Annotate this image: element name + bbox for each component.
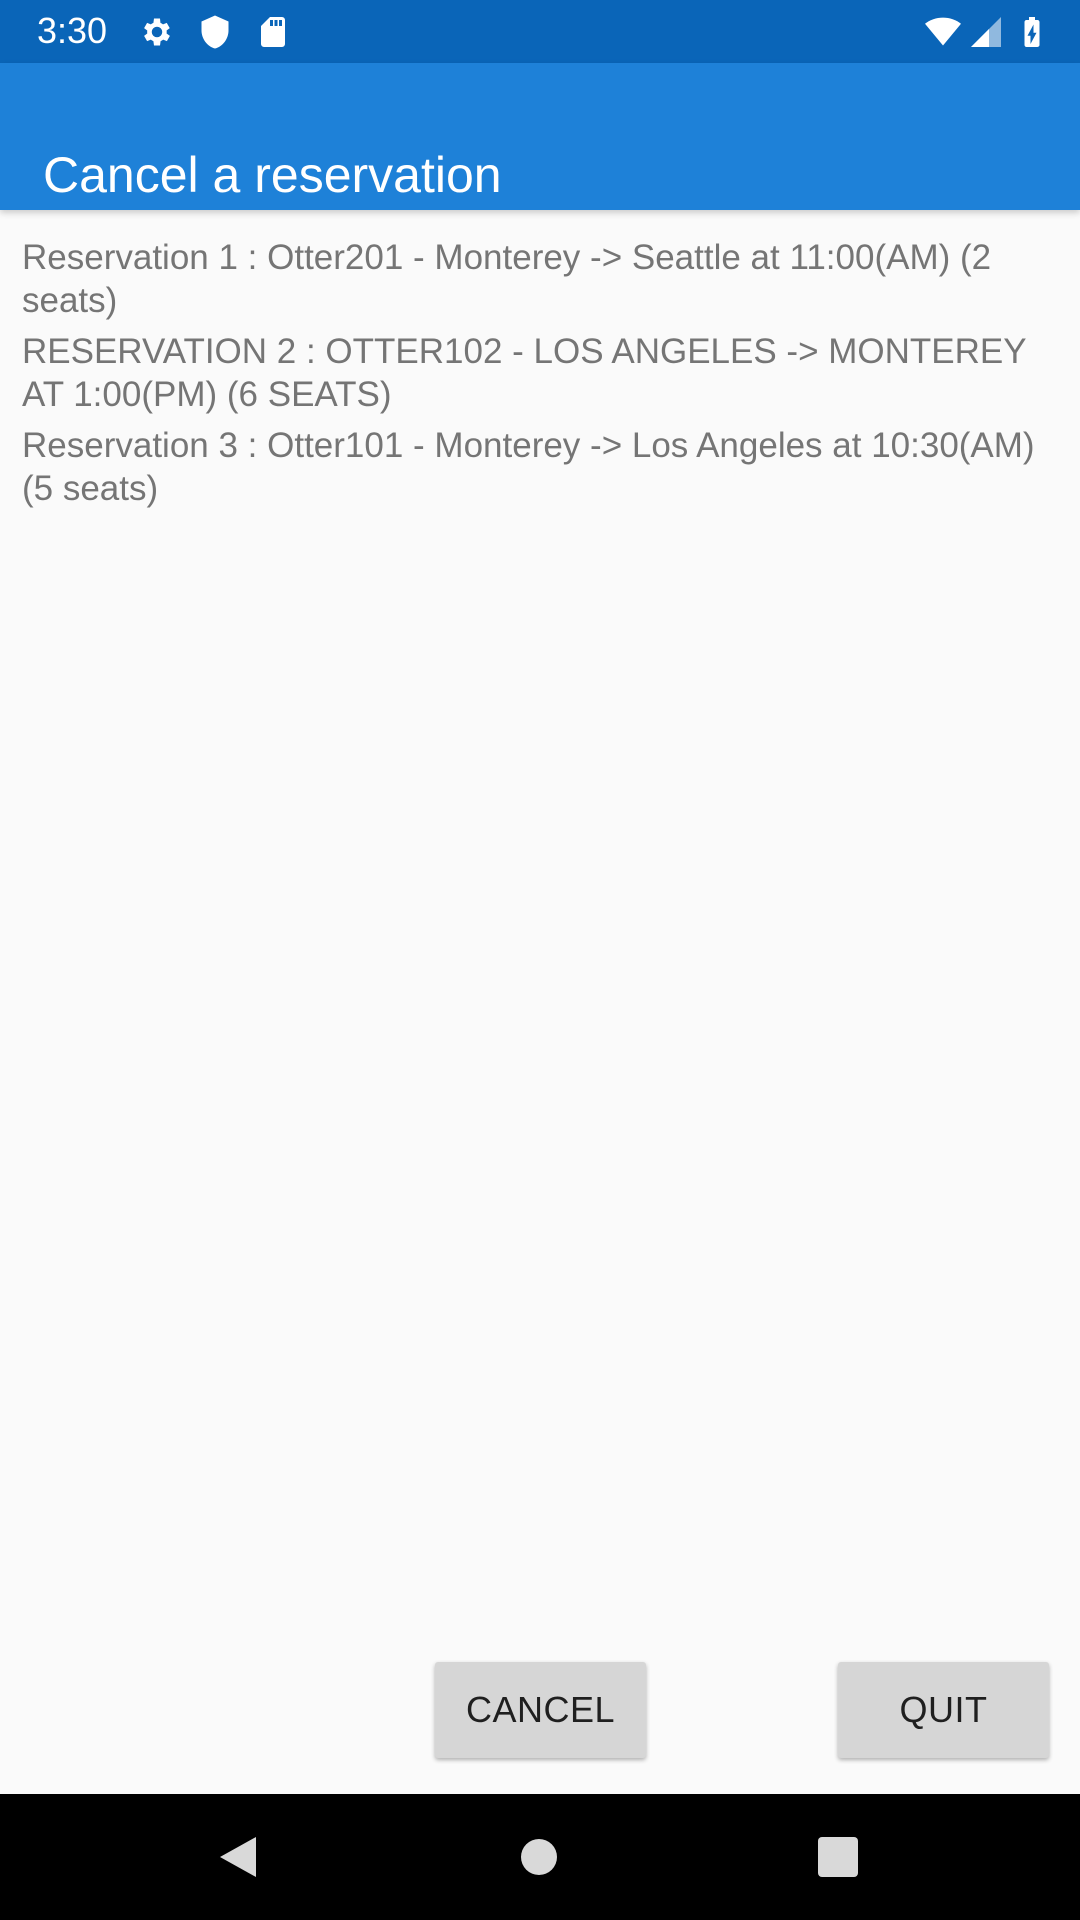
- back-icon[interactable]: [214, 1832, 264, 1882]
- quit-button[interactable]: QUIT: [838, 1662, 1049, 1758]
- status-time: 3:30: [37, 10, 108, 51]
- page-title: Cancel a reservation: [43, 146, 502, 203]
- cancel-button[interactable]: CANCEL: [435, 1662, 646, 1758]
- reservation-list: Reservation 1 : Otter201 - Monterey -> S…: [22, 236, 1058, 518]
- reservation-item-1[interactable]: Reservation 1 : Otter201 - Monterey -> S…: [22, 236, 1058, 322]
- recents-icon[interactable]: [813, 1832, 863, 1882]
- wifi-icon: [922, 14, 964, 50]
- shield-icon: [197, 14, 233, 50]
- battery-charging-icon: [1014, 14, 1050, 50]
- home-icon[interactable]: [514, 1832, 564, 1882]
- reservation-item-2[interactable]: RESERVATION 2 : OTTER102 - LOS ANGELES -…: [22, 330, 1058, 416]
- navigation-bar: [0, 1794, 1080, 1920]
- sd-card-icon: [255, 14, 291, 50]
- gear-icon: [139, 14, 175, 50]
- status-bar: 3:30: [0, 0, 1080, 63]
- app-bar: Cancel a reservation: [0, 63, 1080, 210]
- signal-icon: [968, 14, 1004, 50]
- reservation-item-3[interactable]: Reservation 3 : Otter101 - Monterey -> L…: [22, 424, 1058, 510]
